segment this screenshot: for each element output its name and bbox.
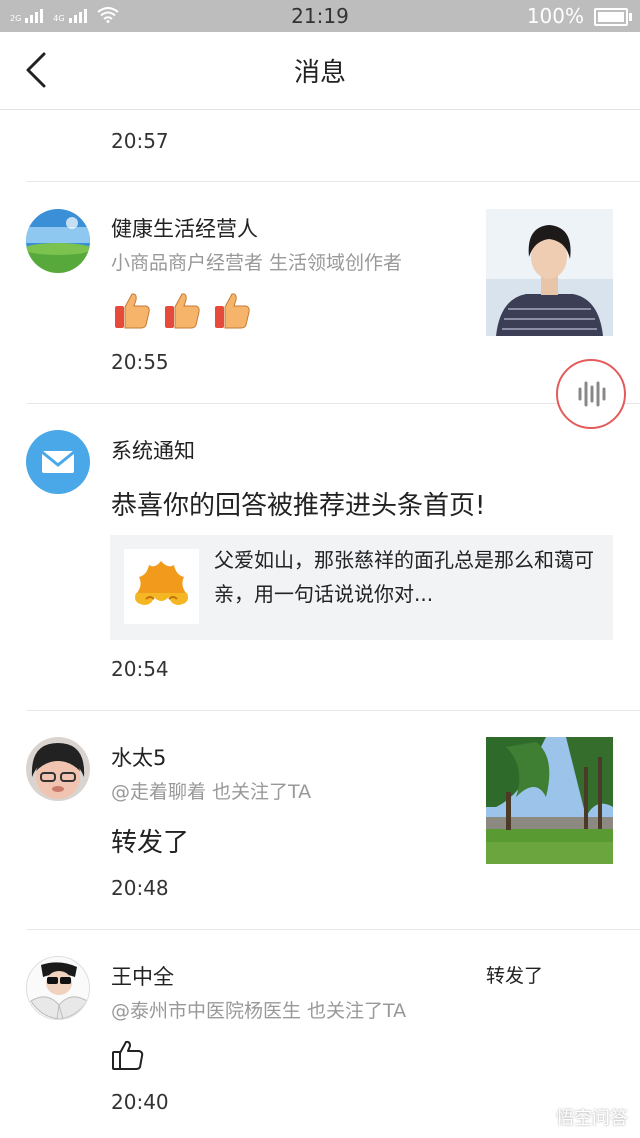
sender-name[interactable]: 水太5	[111, 742, 166, 772]
avatar[interactable]	[26, 956, 90, 1020]
linked-question-card[interactable]: 父爱如山，那张慈祥的面孔总是那么和蔼可亲，用一句话说说你对...	[110, 535, 613, 640]
message-text: 转发了	[111, 828, 190, 858]
message-text: 恭喜你的回答被推荐进头条首页!	[111, 491, 486, 521]
avatar[interactable]	[26, 209, 90, 273]
thumbs-up-emoji-icon	[115, 293, 150, 329]
post-thumbnail[interactable]	[486, 209, 613, 336]
message-time: 20:55	[111, 350, 169, 374]
sender-name[interactable]: 系统通知	[111, 435, 195, 465]
message-time: 20:40	[111, 1090, 169, 1114]
sender-subtitle: @走着聊着 也关注了TA	[111, 781, 312, 803]
thumbs-up-emoji-icon	[215, 293, 250, 329]
wukong-logo-icon	[524, 1104, 550, 1130]
message-item[interactable]: 健康生活经营人 小商品商户经营者 生活领域创作者 20:55	[0, 182, 640, 403]
sender-subtitle: 小商品商户经营者 生活领域创作者	[111, 252, 403, 274]
battery-percent: 100%	[526, 4, 584, 28]
thumbs-up-icon	[112, 1040, 144, 1070]
avatar[interactable]	[26, 430, 90, 494]
message-item[interactable]: 系统通知 恭喜你的回答被推荐进头条首页! 父爱如山，那张慈祥的面孔总是那么和蔼可…	[0, 404, 640, 710]
question-logo-icon	[124, 549, 199, 624]
watermark: 悟空问答	[524, 1104, 628, 1130]
nav-bar: 消息	[0, 32, 640, 110]
question-text: 父爱如山，那张慈祥的面孔总是那么和蔼可亲，用一句话说说你对...	[214, 548, 594, 606]
page-title: 消息	[293, 58, 346, 88]
watermark-text: 悟空问答	[556, 1108, 628, 1129]
message-time: 20:57	[111, 129, 169, 153]
message-item[interactable]: 水太5 @走着聊着 也关注了TA 转发了 20:48	[0, 711, 640, 929]
forward-label[interactable]: 转发了	[486, 961, 543, 988]
post-thumbnail[interactable]	[486, 737, 613, 864]
sender-name[interactable]: 健康生活经营人	[111, 213, 258, 243]
avatar[interactable]	[26, 737, 90, 801]
mail-icon	[41, 450, 75, 473]
message-time: 20:48	[111, 876, 169, 900]
sender-name[interactable]: 王中全	[111, 961, 174, 991]
status-bar: 2G 4G 21:19 100%	[0, 0, 640, 32]
thumbs-up-emoji-icon	[165, 293, 200, 329]
message-time: 20:54	[111, 657, 169, 681]
reaction-row	[112, 290, 252, 330]
battery-icon	[594, 8, 632, 26]
sender-subtitle: @泰州市中医院杨医生 也关注了TA	[111, 1000, 407, 1022]
